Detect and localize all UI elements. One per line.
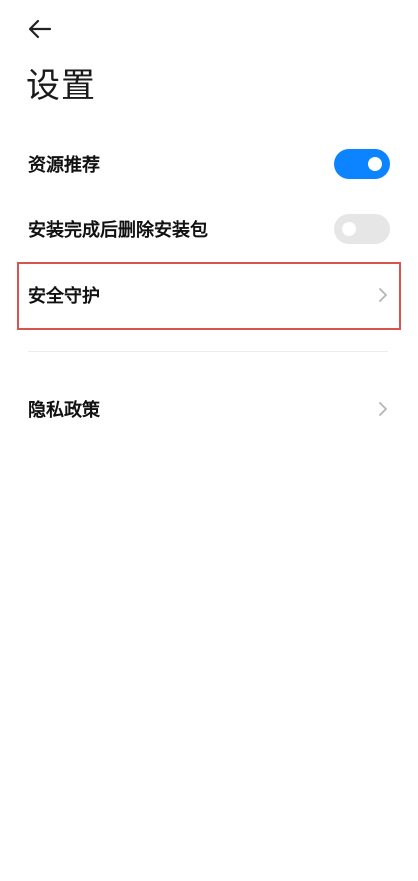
page-title: 设置 xyxy=(26,66,96,106)
setting-privacy[interactable]: 隐私政策 xyxy=(0,379,418,439)
setting-label: 安装完成后删除安装包 xyxy=(28,220,208,241)
setting-security[interactable]: 安全守护 xyxy=(0,264,418,326)
resource-recommend-toggle[interactable] xyxy=(334,149,390,179)
toggle-knob xyxy=(368,157,382,171)
toggle-knob xyxy=(342,222,356,236)
back-arrow-icon xyxy=(28,19,52,39)
delete-package-toggle[interactable] xyxy=(334,214,390,244)
chevron-right-icon xyxy=(379,402,387,416)
setting-label: 资源推荐 xyxy=(28,155,100,176)
setting-resource-recommend[interactable]: 资源推荐 xyxy=(0,134,418,194)
setting-label: 安全守护 xyxy=(28,286,100,307)
divider xyxy=(28,351,388,352)
chevron-right-icon xyxy=(379,288,387,302)
setting-delete-package[interactable]: 安装完成后删除安装包 xyxy=(0,199,418,259)
back-button[interactable] xyxy=(22,14,58,44)
setting-label: 隐私政策 xyxy=(28,400,100,421)
